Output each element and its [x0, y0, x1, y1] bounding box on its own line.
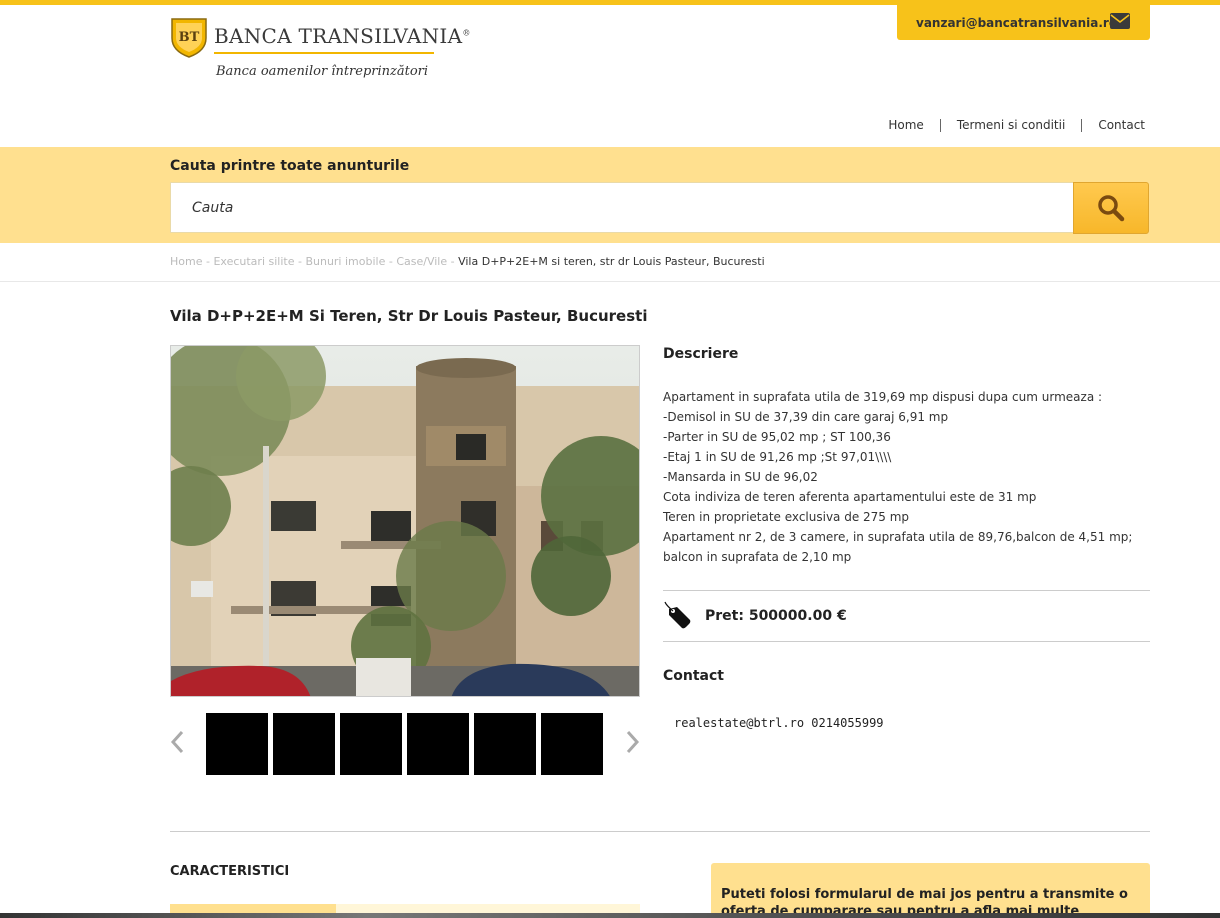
breadcrumb-case-vile[interactable]: Case/Vile [396, 255, 447, 268]
thumbnail[interactable] [340, 713, 402, 775]
email-address: vanzari@bancatransilvania.ro [916, 15, 1118, 30]
thumbnail-strip [206, 713, 603, 775]
divider [170, 831, 1150, 832]
contact-heading: Contact [663, 668, 724, 684]
nav-home[interactable]: Home [872, 118, 939, 132]
description-line: -Parter in SU de 95,02 mp ; ST 100,36 [663, 430, 891, 444]
breadcrumb-home[interactable]: Home [170, 255, 202, 268]
email-contact-button[interactable]: vanzari@bancatransilvania.ro [897, 5, 1150, 40]
thumbnail[interactable] [541, 713, 603, 775]
breadcrumb-current: Vila D+P+2E+M si teren, str dr Louis Pas… [458, 255, 765, 268]
search-icon [1098, 195, 1125, 222]
description-line: Apartament nr 2, de 3 camere, in suprafa… [663, 530, 1137, 564]
divider [663, 641, 1150, 642]
envelope-icon [1110, 13, 1130, 29]
bank-logo[interactable]: BT BANCA TRANSILVANIA® Banca oamenilor î… [170, 16, 470, 88]
breadcrumb: Home - Executari silite - Bunuri imobile… [170, 255, 765, 268]
breadcrumb-executari[interactable]: Executari silite [213, 255, 294, 268]
listing-title: Vila D+P+2E+M Si Teren, Str Dr Louis Pas… [170, 307, 648, 325]
bt-shield-icon: BT [171, 18, 207, 58]
logo-tagline: Banca oamenilor întreprinzători [216, 64, 429, 79]
logo-underline [214, 52, 434, 54]
price-value: Pret: 500000.00 € [705, 608, 847, 624]
description-line: -Demisol in SU de 37,39 din care garaj 6… [663, 410, 949, 424]
main-property-photo[interactable] [170, 345, 640, 697]
description-line: Cota indiviza de teren aferenta apartame… [663, 490, 1037, 504]
building-photo-illustration [171, 346, 639, 696]
search-title: Cauta printre toate anunturile [170, 158, 410, 174]
nav-contact[interactable]: Contact [1082, 118, 1145, 132]
description-line: Teren in proprietate exclusiva de 275 mp [663, 510, 910, 524]
search-input[interactable] [170, 182, 1074, 233]
description-line: -Mansarda in SU de 96,02 [663, 470, 818, 484]
search-button[interactable] [1073, 182, 1149, 234]
taskbar-strip [0, 913, 1220, 918]
thumbnail[interactable] [206, 713, 268, 775]
offer-form-intro: Puteti folosi formularul de mai jos pent… [711, 863, 1150, 918]
nav-terms[interactable]: Termeni si conditii [941, 118, 1082, 132]
chevron-right-icon[interactable] [622, 728, 642, 756]
contact-details: realestate@btrl.ro 0214055999 [674, 716, 884, 730]
chevron-left-icon[interactable] [168, 728, 188, 756]
description-text: Apartament in suprafata utila de 319,69 … [663, 387, 1150, 567]
top-navigation: Home Termeni si conditii Contact [872, 118, 1145, 132]
description-line: Apartament in suprafata utila de 319,69 … [663, 390, 1103, 404]
price-row: Pret: 500000.00 € [663, 600, 847, 632]
logo-initials: BT [179, 30, 200, 45]
bank-name: BANCA TRANSILVANIA® [214, 24, 471, 48]
price-tag-icon [664, 601, 691, 629]
divider [0, 281, 1220, 282]
description-heading: Descriere [663, 346, 739, 362]
breadcrumb-bunuri[interactable]: Bunuri imobile [305, 255, 385, 268]
divider [663, 590, 1150, 591]
characteristics-heading: CARACTERISTICI [170, 864, 290, 879]
thumbnail[interactable] [474, 713, 536, 775]
thumbnail[interactable] [273, 713, 335, 775]
thumbnail[interactable] [407, 713, 469, 775]
description-line: -Etaj 1 in SU de 91,26 mp ;St 97,01\\\\ [663, 450, 892, 464]
